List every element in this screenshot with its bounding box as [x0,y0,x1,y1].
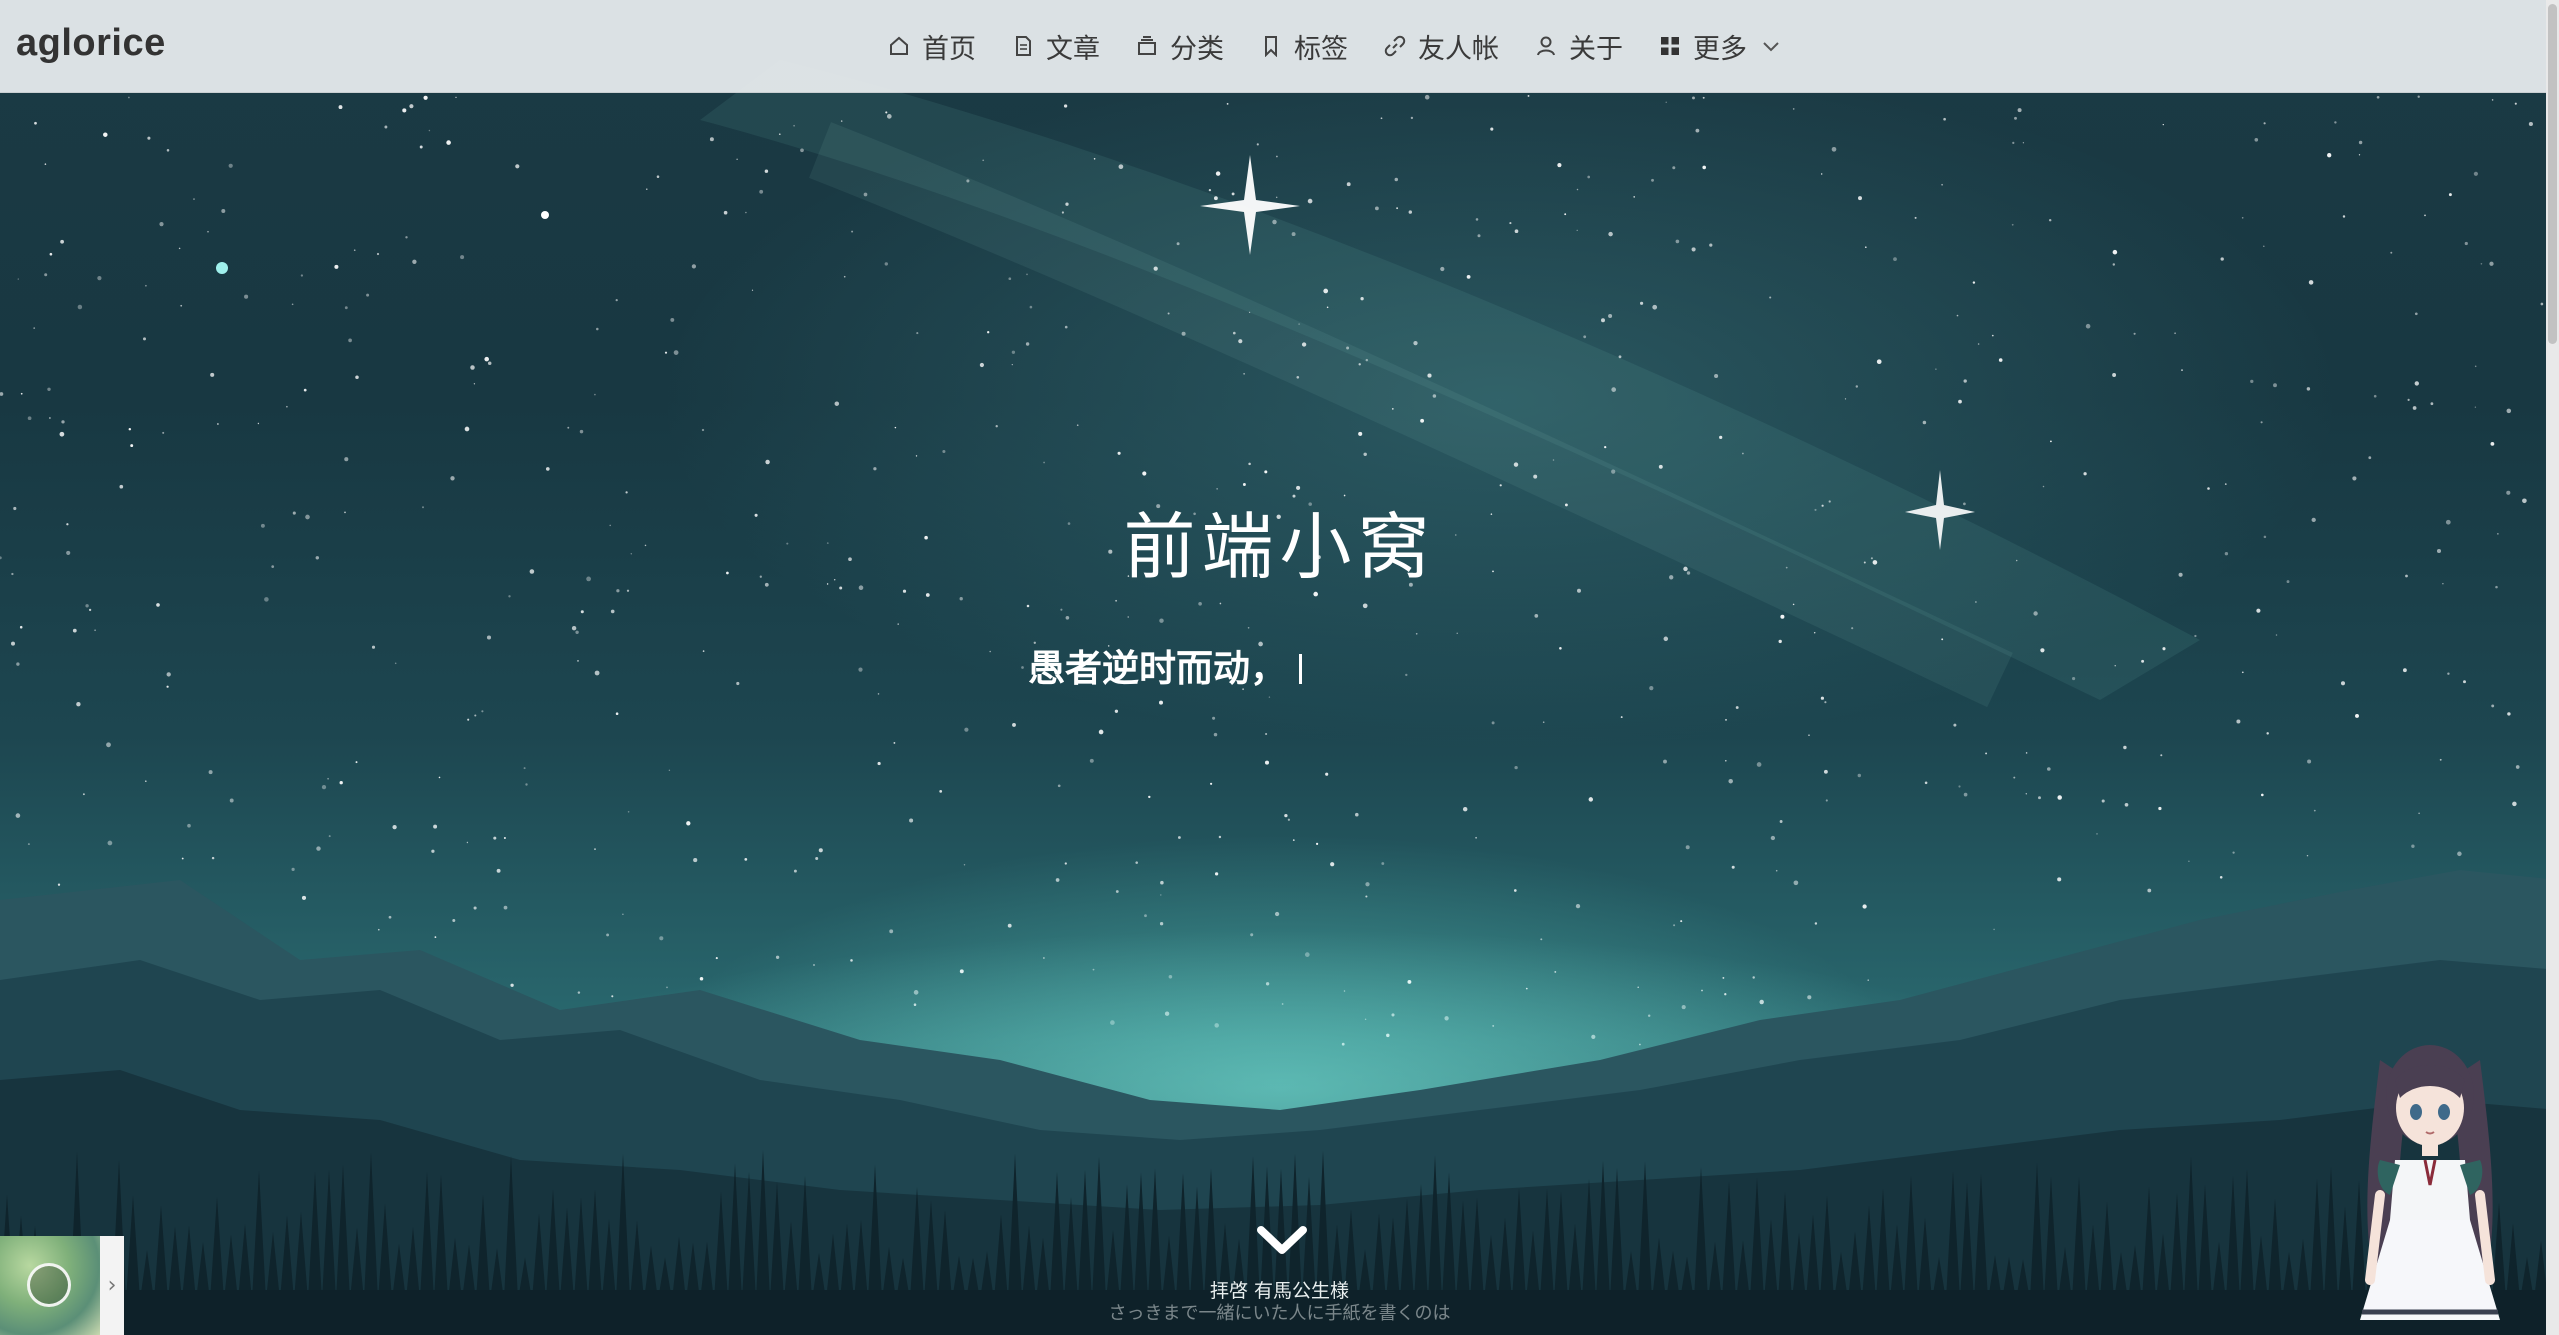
nav-item-friends[interactable]: 友人帐 [1366,0,1517,92]
live2d-mascot[interactable] [2340,1020,2520,1335]
hero-subtitle: 愚者逆时而动， [1028,638,1302,692]
link-icon [1384,35,1406,57]
page: aglorice 首页 文章 分类 标签 友人帐 关于 更多 前端小窝 愚者逆时… [0,0,2559,1335]
scrollbar-thumb[interactable] [2548,4,2557,344]
bookmark-icon [1260,35,1282,57]
grid-icon [1659,35,1681,57]
album-cover [0,1236,100,1335]
chevron-down-icon [1761,36,1781,56]
nav-label: 友人帐 [1418,33,1499,65]
play-icon[interactable] [27,1263,71,1307]
chevron-right-icon[interactable]: › [100,1236,124,1335]
nav-label: 标签 [1294,33,1348,65]
nav-item-home[interactable]: 首页 [870,0,994,92]
nav-item-categories[interactable]: 分类 [1118,0,1242,92]
nav-label: 文章 [1046,33,1100,65]
nav-label: 关于 [1569,33,1623,65]
nav-item-more[interactable]: 更多 [1641,0,1799,92]
main-nav: 首页 文章 分类 标签 友人帐 关于 更多 [870,0,1799,92]
home-icon [888,35,910,57]
nav-item-tags[interactable]: 标签 [1242,0,1366,92]
nav-item-articles[interactable]: 文章 [994,0,1118,92]
top-navbar: aglorice 首页 文章 分类 标签 友人帐 关于 更多 [0,0,2546,93]
user-icon [1535,35,1557,57]
nav-label: 首页 [922,33,976,65]
music-player[interactable]: › [0,1236,124,1335]
nav-item-about[interactable]: 关于 [1517,0,1641,92]
folder-icon [1136,35,1158,57]
nav-label: 分类 [1170,33,1224,65]
hero-title: 前端小窝 [1123,505,1436,589]
typing-cursor [1299,654,1302,684]
nav-label: 更多 [1693,33,1747,65]
typing-text: 愚者逆时而动， [1028,647,1287,690]
site-logo[interactable]: aglorice [16,22,166,65]
scroll-down-button[interactable] [1255,1222,1309,1258]
now-playing-lyric: さっきまで一緒にいた人に手紙を書くのは [1108,1303,1451,1324]
page-scrollbar[interactable] [2546,0,2559,1335]
document-icon [1012,35,1034,57]
chevron-down-icon [1257,1226,1307,1254]
